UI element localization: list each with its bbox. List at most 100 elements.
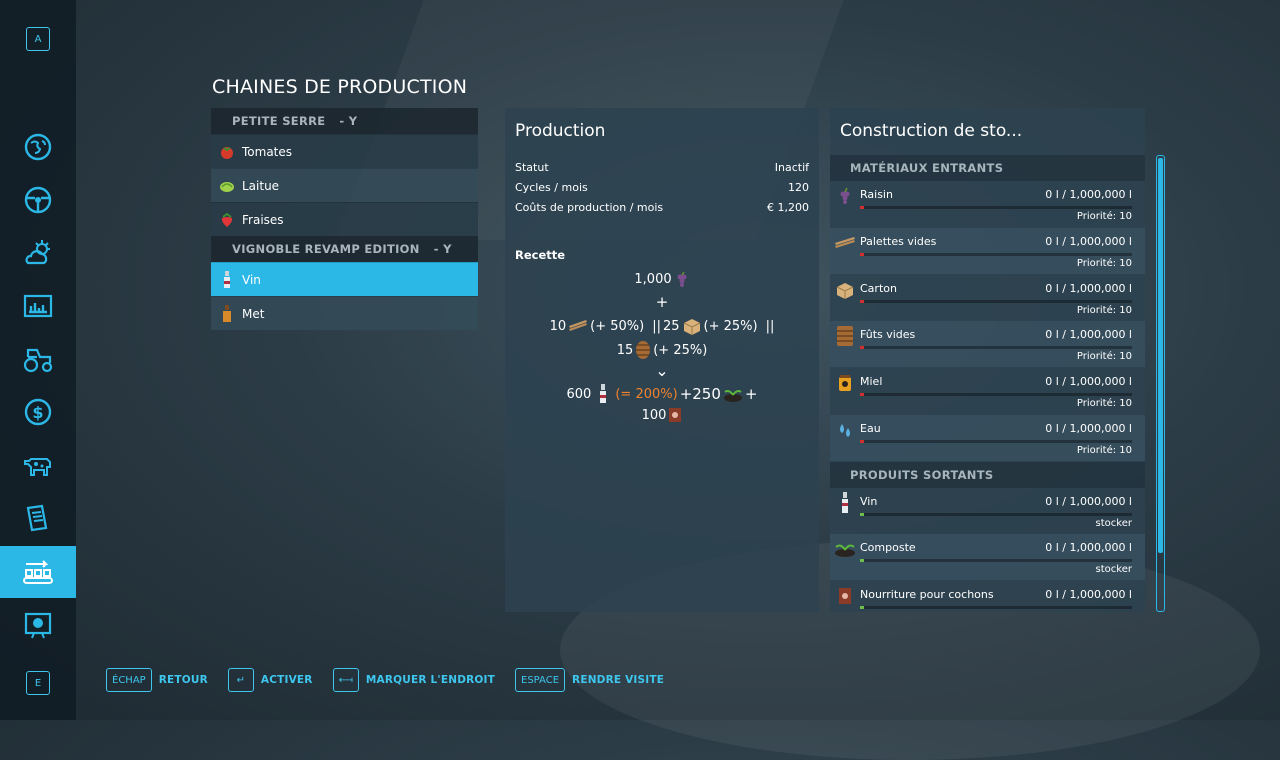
storage-item-palettes: Palettes vides 0 l / 1,000,000 l Priorit…	[830, 228, 1145, 274]
group-header-vignoble: VIGNOBLE REVAMP EDITION - Y	[211, 236, 478, 262]
wine-icon	[600, 384, 607, 403]
storage-item-raisin: Raisin 0 l / 1,000,000 l Priorité: 10	[830, 181, 1145, 227]
group-name: VIGNOBLE REVAMP EDITION	[232, 242, 420, 256]
tomato-icon	[221, 146, 233, 159]
recipe-input-line2: 10 (+ 50%) || 25 (+ 25%) ||	[505, 317, 819, 335]
water-icon	[840, 424, 850, 437]
production-title: Production	[515, 121, 606, 141]
storage-panel: Construction de sto... MATÉRIAUX ENTRANT…	[830, 108, 1145, 612]
recipe-input-line1: 1,000	[505, 271, 819, 287]
fill-level-bar	[860, 440, 1132, 443]
activate-label: ACTIVER	[260, 674, 313, 686]
stat-label: Cycles / mois	[515, 181, 588, 194]
compost-icon	[723, 390, 742, 402]
chain-item-met[interactable]: Met	[211, 296, 478, 330]
stat-value: Inactif	[774, 161, 809, 174]
storage-item-name: Raisin	[860, 188, 893, 201]
storage-item-nourriture: Nourriture pour cochons 0 l / 1,000,000 …	[830, 581, 1145, 612]
storage-scrollbar[interactable]	[1156, 155, 1165, 612]
recipe-bonus: (+ 25%)	[653, 342, 708, 358]
recipe-sep: ||	[765, 318, 775, 334]
storage-item-name: Eau	[860, 422, 881, 435]
stat-value: 120	[788, 181, 809, 194]
nav-animals[interactable]	[0, 439, 76, 491]
back-label: RETOUR	[158, 674, 208, 686]
nav-production[interactable]	[0, 546, 76, 598]
key-hint-a: A	[26, 27, 50, 51]
nav-map[interactable]	[0, 121, 76, 173]
chain-item-laitue[interactable]: Laitue	[211, 168, 478, 202]
chain-item-label: Laitue	[242, 178, 280, 193]
storage-item-futs: Fûts vides 0 l / 1,000,000 l Priorité: 1…	[830, 321, 1145, 367]
nav-garage[interactable]	[0, 333, 76, 385]
storage-item-carton: Carton 0 l / 1,000,000 l Priorité: 10	[830, 275, 1145, 321]
storage-item-name: Fûts vides	[860, 328, 916, 341]
svg-text:$: $	[32, 403, 43, 422]
pallet-icon	[569, 320, 588, 331]
sidebar: A $ E	[0, 0, 76, 720]
recipe-output-line2: 100	[505, 407, 819, 423]
recipe-output-amount: +250	[679, 385, 721, 403]
animals-icon	[24, 458, 51, 476]
recipe-bonus: (+ 25%)	[703, 318, 758, 334]
chain-item-tomates[interactable]: Tomates	[211, 134, 478, 168]
fill-level-bar	[860, 346, 1132, 349]
storage-item-amount: 0 l / 1,000,000 l	[1045, 495, 1132, 508]
storage-item-name: Palettes vides	[860, 235, 937, 248]
storage-item-name: Nourriture pour cochons	[860, 588, 994, 601]
recipe-amount: 15	[616, 342, 634, 358]
nav-statistics[interactable]	[0, 280, 76, 332]
chain-item-vin[interactable]: Vin	[211, 262, 478, 296]
nav-weather[interactable]	[0, 227, 76, 279]
group-sep: - Y	[433, 242, 452, 256]
recipe-output-amount: 100	[641, 407, 667, 423]
storage-item-priority: Priorité: 10	[1076, 258, 1132, 269]
storage-item-priority: Priorité: 10	[1076, 351, 1132, 362]
map-icon	[24, 133, 52, 161]
storage-item-amount: 0 l / 1,000,000 l	[1045, 188, 1132, 201]
grapes-icon	[840, 187, 850, 204]
wine-icon	[224, 270, 230, 288]
nav-help[interactable]	[0, 600, 76, 652]
honey-icon	[839, 375, 851, 391]
group-header-petite-serre: PETITE SERRE - Y	[211, 108, 478, 134]
wine-icon	[842, 492, 848, 513]
recipe-bonus: (+ 50%)	[590, 318, 645, 334]
recipe-output-line1: 600 (= 200%) +250 +	[505, 384, 819, 404]
nav-vehicles[interactable]	[0, 174, 76, 226]
pallet-icon	[835, 237, 855, 248]
storage-item-amount: 0 l / 1,000,000 l	[1045, 282, 1132, 295]
nav-finance[interactable]: $	[0, 386, 76, 438]
storage-item-eau: Eau 0 l / 1,000,000 l Priorité: 10	[830, 415, 1145, 461]
storage-item-priority: Priorité: 10	[1076, 445, 1132, 456]
stat-row-costs: Coûts de production / mois € 1,200	[515, 201, 809, 214]
fill-level-bar	[860, 559, 1132, 562]
help-icon	[24, 612, 52, 639]
back-button[interactable]: ÉCHAP RETOUR	[106, 668, 208, 692]
tractor-icon	[23, 348, 53, 373]
recipe-plus: +	[744, 385, 758, 403]
cardboard-icon	[683, 319, 700, 335]
mead-icon	[223, 304, 231, 322]
cardboard-icon	[836, 283, 854, 299]
stat-value: € 1,200	[767, 201, 809, 214]
fill-level-bar	[860, 393, 1132, 396]
activate-button[interactable]: ↵ ACTIVER	[227, 668, 313, 692]
storage-item-priority: Priorité: 10	[1076, 211, 1132, 222]
visit-button[interactable]: ESPACE RENDRE VISITE	[515, 668, 664, 692]
recipe-amount: 25	[663, 318, 680, 334]
storage-item-composte: Composte 0 l / 1,000,000 l stocker	[830, 534, 1145, 580]
key-backspace: ⟻	[332, 668, 359, 692]
mark-location-label: MARQUER L'ENDROIT	[365, 674, 495, 686]
chain-item-fraises[interactable]: Fraises	[211, 202, 478, 236]
mark-location-button[interactable]: ⟻ MARQUER L'ENDROIT	[332, 668, 495, 692]
production-chain-list: PETITE SERRE - Y Tomates Laitue Fraises …	[211, 108, 478, 330]
recipe-amount: 1,000	[634, 271, 672, 287]
scrollbar-thumb[interactable]	[1158, 158, 1163, 553]
nav-contracts[interactable]	[0, 492, 76, 544]
bottom-action-bar: ÉCHAP RETOUR ↵ ACTIVER ⟻ MARQUER L'ENDRO…	[106, 668, 684, 692]
recipe-sep: ||	[652, 318, 661, 334]
fill-level-bar	[860, 300, 1132, 303]
storage-item-amount: 0 l / 1,000,000 l	[1045, 235, 1132, 248]
key-escape: ÉCHAP	[106, 668, 152, 692]
